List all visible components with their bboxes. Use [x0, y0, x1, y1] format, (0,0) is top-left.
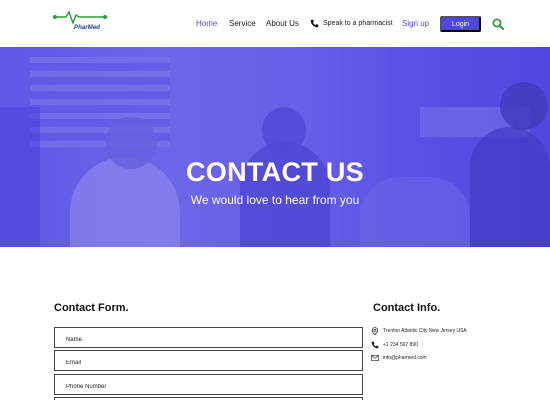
search-icon[interactable]	[492, 18, 504, 30]
phone-row: +1 234 567 890	[371, 340, 418, 350]
mail-icon	[371, 355, 379, 361]
email-field[interactable]	[54, 350, 363, 373]
phone-text[interactable]: +1 234 567 890	[383, 342, 418, 348]
phone-icon	[310, 19, 319, 27]
nav-service-link[interactable]: Service	[229, 19, 256, 28]
signup-link[interactable]: Sign up	[402, 19, 429, 28]
location-pin-icon	[371, 327, 379, 335]
pharmed-logo[interactable]: PharMed	[52, 9, 110, 37]
speak-to-pharmacist-label: Speak to a pharmacist	[323, 19, 393, 27]
hero-overlay	[0, 47, 550, 247]
speak-to-pharmacist-link[interactable]: Speak to a pharmacist	[310, 17, 393, 29]
nav-about-link[interactable]: About Us	[266, 19, 299, 28]
login-button[interactable]: Login	[440, 16, 481, 32]
phone-number-field[interactable]	[54, 374, 363, 397]
contact-info-title: Contact Info.	[373, 302, 441, 314]
heartbeat-logo-icon	[53, 10, 107, 26]
name-input[interactable]	[55, 330, 362, 350]
hero-title: CONTACT US	[186, 157, 364, 187]
address-row: Trenton Atlantic City New Jersey USA	[371, 326, 467, 336]
email-row: info@pharmed.com	[371, 353, 427, 363]
site-header: PharMed Home Service About Us Speak to a…	[0, 0, 550, 47]
email-input[interactable]	[55, 353, 362, 373]
name-field[interactable]	[54, 327, 363, 350]
hero-subtitle: We would love to hear from you	[190, 193, 360, 207]
nav-home-link[interactable]: Home	[196, 19, 217, 28]
phone-icon	[371, 341, 379, 349]
phone-number-input[interactable]	[55, 377, 362, 397]
hero-banner: CONTACT US We would love to hear from yo…	[0, 47, 550, 247]
contact-form-title: Contact Form.	[54, 302, 129, 314]
logo-text: PharMed	[74, 25, 101, 31]
email-text[interactable]: info@pharmed.com	[383, 355, 427, 361]
address-text: Trenton Atlantic City New Jersey USA	[383, 328, 467, 334]
